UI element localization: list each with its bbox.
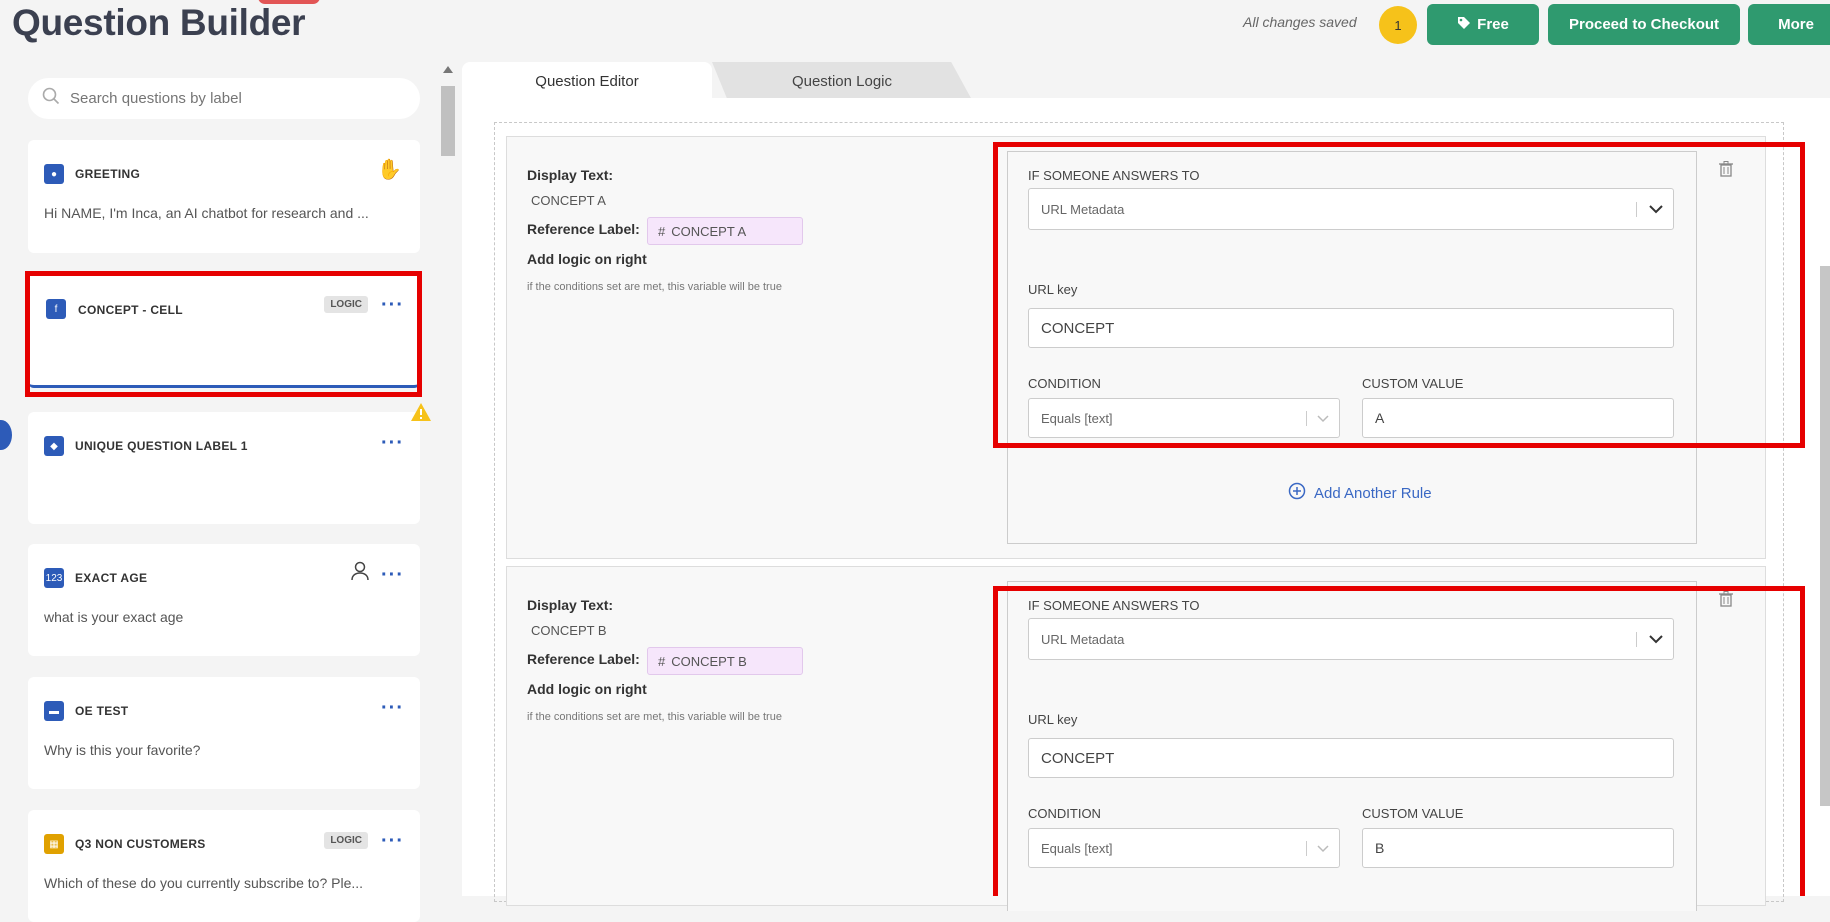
highlight-box bbox=[993, 586, 1805, 896]
person-icon bbox=[350, 561, 370, 587]
question-card-q3[interactable]: ▦ Q3 NON CUSTOMERS LOGIC ··· Which of th… bbox=[28, 810, 420, 922]
more-options-icon[interactable]: ··· bbox=[381, 432, 404, 455]
page-title: Question Builder bbox=[12, 2, 306, 43]
tab-question-editor[interactable]: Question Editor bbox=[462, 62, 712, 100]
reference-label-field[interactable]: # CONCEPT A bbox=[647, 217, 803, 245]
question-desc: Why is this your favorite? bbox=[44, 742, 201, 758]
question-label: OE TEST bbox=[75, 704, 129, 718]
notification-badge[interactable]: 1 bbox=[1379, 6, 1417, 44]
main-scrollbar[interactable] bbox=[1820, 146, 1830, 896]
question-label: UNIQUE QUESTION LABEL 1 bbox=[75, 439, 248, 453]
more-options-icon[interactable]: ··· bbox=[381, 564, 404, 587]
tab-question-logic[interactable]: Question Logic bbox=[712, 62, 972, 100]
reference-label-value: CONCEPT B bbox=[671, 653, 747, 669]
grid-question-icon: ▦ bbox=[44, 834, 64, 854]
scroll-thumb[interactable] bbox=[441, 86, 455, 156]
open-ended-icon: ▬ bbox=[44, 701, 64, 721]
question-label: GREETING bbox=[75, 167, 141, 181]
hash-icon: # bbox=[658, 223, 666, 239]
display-text-value: CONCEPT A bbox=[531, 193, 606, 208]
hash-icon: # bbox=[658, 653, 666, 669]
highlight-box bbox=[25, 271, 422, 397]
checkout-button[interactable]: Proceed to Checkout bbox=[1548, 4, 1740, 45]
reference-label-label: Reference Label: bbox=[527, 651, 640, 667]
display-text-value: CONCEPT B bbox=[531, 623, 607, 638]
warning-icon bbox=[410, 402, 432, 427]
plus-circle-icon bbox=[1288, 482, 1306, 504]
scroll-up-icon[interactable] bbox=[443, 66, 453, 73]
more-options-icon[interactable]: ··· bbox=[381, 697, 404, 720]
reference-label-label: Reference Label: bbox=[527, 221, 640, 237]
question-card-unique-label[interactable]: ◆ UNIQUE QUESTION LABEL 1 ··· bbox=[28, 412, 420, 524]
sidebar-scrollbar[interactable] bbox=[440, 60, 456, 896]
free-button[interactable]: Free bbox=[1427, 4, 1539, 45]
question-sidebar: ● GREETING ✋ Hi NAME, I'm Inca, an AI ch… bbox=[0, 60, 440, 922]
logic-hint: if the conditions set are met, this vari… bbox=[527, 711, 782, 723]
image-question-icon: ◆ bbox=[44, 436, 64, 456]
add-rule-label: Add Another Rule bbox=[1314, 484, 1432, 502]
top-header: Question Builder All changes saved 1 Fre… bbox=[0, 0, 1830, 52]
logic-hint: if the conditions set are met, this vari… bbox=[527, 281, 782, 293]
reference-label-value: CONCEPT A bbox=[671, 223, 747, 239]
display-text-label: Display Text: bbox=[527, 167, 614, 183]
display-text-label: Display Text: bbox=[527, 597, 614, 613]
add-logic-text: Add logic on right bbox=[527, 251, 647, 267]
question-card-oe-test[interactable]: ▬ OE TEST ··· Why is this your favorite? bbox=[28, 677, 420, 789]
search-box[interactable] bbox=[28, 78, 420, 119]
add-another-rule-button[interactable]: Add Another Rule bbox=[1288, 482, 1432, 504]
search-icon bbox=[42, 87, 60, 110]
greeting-icon: ● bbox=[44, 164, 64, 184]
number-input-icon: 123 bbox=[44, 568, 64, 588]
question-desc: Hi NAME, I'm Inca, an AI chatbot for res… bbox=[44, 205, 369, 221]
reference-label-field[interactable]: # CONCEPT B bbox=[647, 647, 803, 675]
add-logic-text: Add logic on right bbox=[527, 681, 647, 697]
free-label: Free bbox=[1477, 16, 1509, 33]
more-options-icon[interactable]: ··· bbox=[381, 830, 404, 853]
more-button[interactable]: More bbox=[1748, 4, 1830, 45]
wave-hand-icon: ✋ bbox=[377, 159, 402, 181]
question-card-greeting[interactable]: ● GREETING ✋ Hi NAME, I'm Inca, an AI ch… bbox=[28, 140, 420, 253]
save-status: All changes saved bbox=[1243, 14, 1357, 30]
title-badge bbox=[258, 0, 320, 4]
question-card-exact-age[interactable]: 123 EXACT AGE ··· what is your exact age bbox=[28, 544, 420, 656]
question-label: Q3 NON CUSTOMERS bbox=[75, 837, 206, 851]
search-input[interactable] bbox=[70, 90, 370, 107]
highlight-box bbox=[993, 142, 1805, 448]
question-label: EXACT AGE bbox=[75, 571, 148, 585]
tag-icon bbox=[1457, 16, 1471, 34]
question-desc: what is your exact age bbox=[44, 609, 184, 625]
scroll-thumb[interactable] bbox=[1820, 266, 1830, 806]
logic-badge: LOGIC bbox=[324, 832, 368, 849]
question-desc: Which of these do you currently subscrib… bbox=[44, 875, 364, 891]
